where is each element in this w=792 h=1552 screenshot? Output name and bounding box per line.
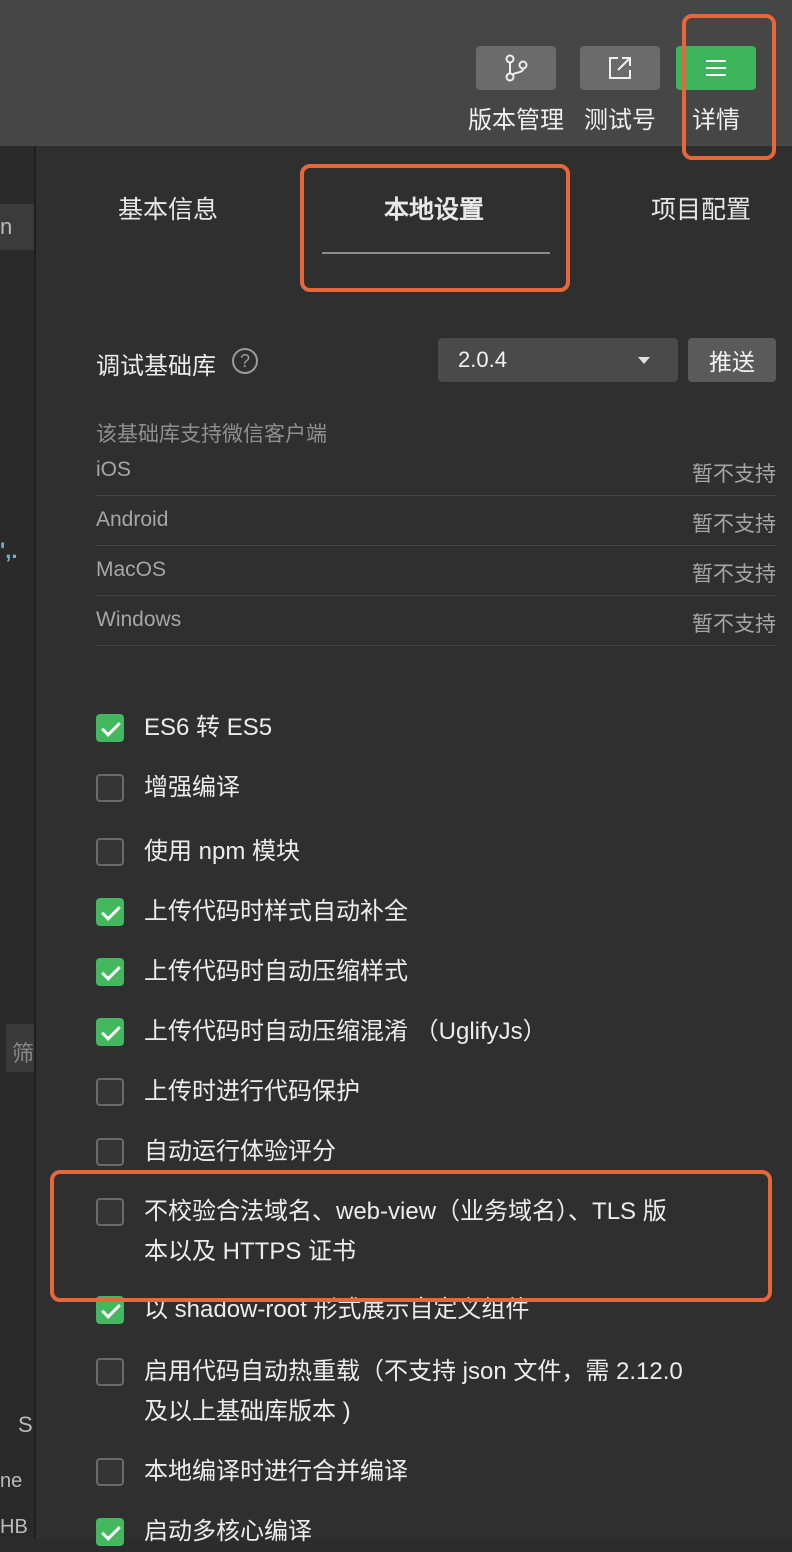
details-label[interactable]: 详情 (666, 100, 766, 135)
option-label-line2: 及以上基础库版本 ) (144, 1398, 351, 1425)
test-account-button[interactable] (580, 46, 660, 90)
checkbox[interactable] (96, 1358, 124, 1386)
checkbox[interactable] (96, 838, 124, 866)
client-status: 暂不支持 (692, 563, 776, 586)
editor-fragment: n (0, 214, 13, 239)
panel-fragment: HB (0, 1516, 28, 1538)
checkbox[interactable] (96, 1078, 124, 1106)
tab-project-config[interactable]: 项目配置 (651, 190, 751, 226)
push-button[interactable]: 推送 (688, 338, 776, 382)
debug-lib-version: 2.0.4 (458, 347, 507, 372)
editor-strip: n ',. 筛 S ne HB (0, 146, 34, 1538)
client-name: iOS (96, 458, 132, 481)
checkbox[interactable] (96, 774, 124, 802)
details-button[interactable] (676, 46, 756, 90)
branch-icon (505, 54, 528, 82)
option-label: 增强编译 (144, 774, 240, 801)
active-tab-indicator (322, 252, 550, 254)
checkbox[interactable] (96, 1518, 124, 1546)
external-link-icon (609, 57, 631, 79)
debug-lib-label: 调试基础库 (96, 353, 216, 380)
option-label: 自动运行体验评分 (144, 1138, 336, 1165)
client-status: 暂不支持 (692, 463, 776, 486)
details-panel: 基本信息 本地设置 项目配置 调试基础库 ? 2.0.4 推送 该基础库支持微信… (36, 146, 792, 1546)
option-label: 上传代码时自动压缩样式 (144, 958, 408, 985)
option-label: 上传时进行代码保护 (144, 1078, 360, 1105)
option-label: 以 shadow-root 形式展示自定义组件 (144, 1296, 530, 1323)
option-label-line2: 本以及 HTTPS 证书 (144, 1238, 357, 1265)
option-label: 启动多核心编译 (144, 1518, 312, 1545)
chevron-down-icon (638, 357, 650, 364)
option-label: ES6 转 ES5 (144, 714, 273, 741)
tab-basic-info[interactable]: 基本信息 (118, 190, 218, 226)
client-row: iOS 暂不支持 (96, 446, 776, 496)
client-name: MacOS (96, 558, 167, 581)
test-account-label[interactable]: 测试号 (570, 100, 670, 135)
client-name: Windows (96, 608, 182, 631)
client-status: 暂不支持 (692, 613, 776, 636)
top-toolbar: 版本管理 测试号 详情 (0, 0, 792, 146)
option-label: 上传代码时样式自动补全 (144, 898, 408, 925)
checkbox[interactable] (96, 1198, 124, 1226)
checkbox[interactable] (96, 1138, 124, 1166)
version-control-label[interactable]: 版本管理 (466, 100, 566, 135)
version-control-button[interactable] (476, 46, 556, 90)
debug-lib-version-select[interactable]: 2.0.4 (438, 338, 678, 382)
checkbox[interactable] (96, 714, 124, 742)
filter-fragment: 筛 (12, 1041, 34, 1066)
panel-fragment: ne (0, 1470, 23, 1492)
client-name: Android (96, 508, 169, 531)
help-icon[interactable]: ? (232, 348, 258, 374)
code-fragment: ',. (0, 538, 18, 563)
option-label: 不校验合法域名、web-view（业务域名）、TLS 版 (144, 1198, 667, 1225)
checkbox[interactable] (96, 898, 124, 926)
option-label: 启用代码自动热重载（不支持 json 文件，需 2.12.0 (144, 1358, 683, 1385)
tab-local-settings[interactable]: 本地设置 (384, 190, 484, 226)
client-row: Windows 暂不支持 (96, 596, 776, 646)
option-label: 本地编译时进行合并编译 (144, 1458, 408, 1485)
checkbox[interactable] (96, 958, 124, 986)
client-row: MacOS 暂不支持 (96, 546, 776, 596)
option-label: 使用 npm 模块 (144, 838, 301, 865)
client-support-title: 该基础库支持微信客户端 (96, 423, 327, 446)
checkbox[interactable] (96, 1458, 124, 1486)
checkbox[interactable] (96, 1296, 124, 1324)
panel-fragment: S (18, 1412, 33, 1437)
option-label: 上传代码时自动压缩混淆 （UglifyJs） (144, 1018, 547, 1045)
menu-icon (706, 60, 726, 76)
client-row: Android 暂不支持 (96, 496, 776, 546)
client-status: 暂不支持 (692, 513, 776, 536)
checkbox[interactable] (96, 1018, 124, 1046)
